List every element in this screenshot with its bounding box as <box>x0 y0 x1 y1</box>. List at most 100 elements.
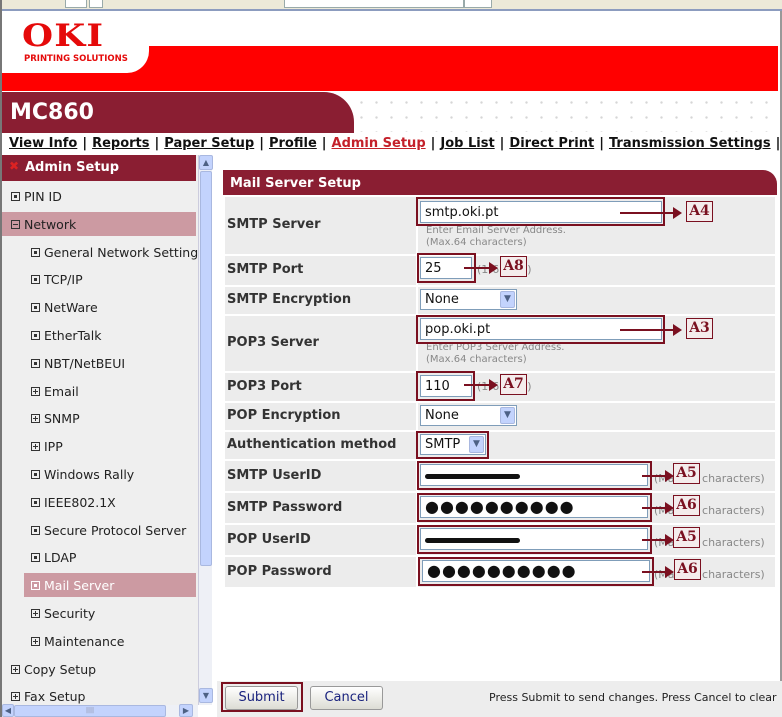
smtp-server-label: SMTP Server <box>227 217 321 232</box>
dot-box-icon[interactable] <box>31 302 40 312</box>
nav-separator: | <box>259 136 264 151</box>
browser-frame: OKI PRINTING SOLUTIONS MC860 View Info | R… <box>0 0 782 717</box>
hint-line: (Max.64 characters) <box>426 237 527 248</box>
sidebar-item-secure-protocol-server[interactable]: Secure Protocol Server <box>24 518 196 542</box>
oki-logo[interactable]: OKI <box>22 18 104 54</box>
plus-box-icon[interactable] <box>31 386 40 396</box>
cancel-button[interactable]: Cancel <box>310 686 383 710</box>
plus-box-icon[interactable] <box>31 608 40 618</box>
scroll-up-button[interactable]: ▲ <box>199 155 213 170</box>
sidebar-item-ieee802-1x[interactable]: IEEE802.1X <box>24 490 196 514</box>
highlight-box <box>418 557 654 586</box>
dot-box-icon[interactable] <box>31 525 40 535</box>
smtp-encryption-label: SMTP Encryption <box>227 292 352 307</box>
annotation-a3: A3 <box>686 318 713 339</box>
sidebar-item-tcp-ip[interactable]: TCP/IP <box>24 267 196 291</box>
value-cell <box>416 403 418 430</box>
plus-box-icon[interactable] <box>11 691 20 701</box>
sidebar-item-label: Secure Protocol Server <box>44 522 187 538</box>
scroll-left-button[interactable]: ◀ <box>2 704 14 717</box>
sidebar-item-pin-id[interactable]: PIN ID <box>2 184 196 208</box>
annotation-arrow-icon <box>620 207 682 219</box>
dot-box-icon[interactable] <box>11 191 20 201</box>
sidebar-item-mail-server[interactable]: Mail Server <box>24 573 196 597</box>
nav-link-view-info[interactable]: View Info <box>9 136 77 151</box>
dot-box-icon[interactable] <box>31 247 40 257</box>
sidebar-item-email[interactable]: Email <box>24 379 196 403</box>
sidebar-item-label: Security <box>44 605 96 621</box>
dot-box-icon[interactable] <box>31 330 40 340</box>
plus-box-icon[interactable] <box>11 664 20 674</box>
toolbar-segment <box>89 0 103 8</box>
sidebar-item-label: TCP/IP <box>44 271 83 287</box>
footer-note: Press Submit to send changes. Press Canc… <box>489 691 777 704</box>
dot-box-icon[interactable] <box>31 469 40 479</box>
nav-link-profile[interactable]: Profile <box>269 136 317 151</box>
sidebar-item-ipp[interactable]: IPP <box>24 434 196 458</box>
sidebar-item-label: Windows Rally <box>44 466 135 482</box>
pop3-server-label: POP3 Server <box>227 335 319 350</box>
nav-link-transmission-settings[interactable]: Transmission Settings <box>609 136 771 151</box>
sidebar-item-snmp[interactable]: SNMP <box>24 406 196 430</box>
browser-toolbar-strip <box>2 0 782 11</box>
annotation-a5: A5 <box>673 527 700 548</box>
sidebar-item-label: Network <box>24 216 77 232</box>
dot-box-icon[interactable] <box>31 358 40 368</box>
logo-tagline: PRINTING SOLUTIONS <box>24 54 128 64</box>
nav-link-admin-setup[interactable]: Admin Setup <box>332 136 426 151</box>
nav-link-direct-print[interactable]: Direct Print <box>509 136 594 151</box>
toolbar-segment <box>65 0 87 8</box>
sidebar-header[interactable]: ✖ Admin Setup <box>2 155 196 181</box>
sidebar-item-label: EtherTalk <box>44 327 102 343</box>
smtp-server-hint: Enter Email Server Address. (Max.64 char… <box>426 225 566 249</box>
plus-box-icon[interactable] <box>31 636 40 646</box>
plus-box-icon[interactable] <box>31 413 40 423</box>
sidebar-item-network[interactable]: Network <box>2 212 196 236</box>
dot-box-icon[interactable] <box>31 497 40 507</box>
pop3-port-label: POP3 Port <box>227 379 302 394</box>
plus-box-icon[interactable] <box>31 441 40 451</box>
sidebar-item-ethertalk[interactable]: EtherTalk <box>24 323 196 347</box>
auth-method-label: Authentication method <box>227 437 397 452</box>
nav-link-reports[interactable]: Reports <box>92 136 149 151</box>
highlight-box <box>417 461 652 490</box>
sidebar-item-label: Fax Setup <box>24 688 86 704</box>
smtp-port-label: SMTP Port <box>227 262 304 277</box>
selected-value: None <box>425 292 459 307</box>
dot-box-icon[interactable] <box>31 580 40 590</box>
sidebar-item-windows-rally[interactable]: Windows Rally <box>24 462 196 486</box>
sidebar-item-ldap[interactable]: LDAP <box>24 545 196 569</box>
highlight-box <box>221 682 303 712</box>
sidebar-item-fax-setup[interactable]: Fax Setup <box>2 684 196 705</box>
sidebar-item-maintenance[interactable]: Maintenance <box>24 629 196 653</box>
nav-link-job-list[interactable]: Job List <box>440 136 494 151</box>
smtp-encryption-select[interactable]: None ▼ <box>420 289 517 310</box>
nav-link-paper-setup[interactable]: Paper Setup <box>164 136 254 151</box>
smtp-userid-label: SMTP UserID <box>227 468 322 483</box>
scroll-down-button[interactable]: ▼ <box>199 688 213 703</box>
dot-box-icon[interactable] <box>31 552 40 562</box>
panel-title: Mail Server Setup <box>223 170 777 195</box>
highlight-box <box>417 493 652 522</box>
scroll-thumb-horizontal[interactable]: |||| <box>14 705 166 717</box>
scroll-thumb[interactable] <box>200 171 212 566</box>
sidebar-horizontal-scrollbar[interactable]: ◀ |||| ▶ <box>2 704 198 717</box>
sidebar-item-netware[interactable]: NetWare <box>24 295 196 319</box>
nav-separator: | <box>82 136 88 151</box>
sidebar-item-label: SNMP <box>44 410 80 426</box>
sidebar-item-label: Maintenance <box>44 633 125 649</box>
sidebar-item-copy-setup[interactable]: Copy Setup <box>2 657 196 681</box>
sidebar-vertical-scrollbar[interactable]: ▲ ▼ <box>198 155 213 705</box>
sidebar-item-nbt-netbeui[interactable]: NBT/NetBEUI <box>24 351 196 375</box>
chevron-down-icon[interactable]: ▼ <box>500 291 515 308</box>
chevron-down-icon[interactable]: ▼ <box>500 407 515 424</box>
sidebar-item-security[interactable]: Security <box>24 601 196 625</box>
minus-box-icon[interactable] <box>11 219 20 229</box>
scroll-right-button[interactable]: ▶ <box>179 704 193 717</box>
annotation-a4: A4 <box>686 201 713 222</box>
highlight-box <box>417 525 652 554</box>
sidebar-item-label: Email <box>44 383 79 399</box>
dot-box-icon[interactable] <box>31 274 40 284</box>
sidebar-item-general-network-settings[interactable]: General Network Settings <box>24 240 198 264</box>
pop-encryption-select[interactable]: None ▼ <box>420 405 517 426</box>
